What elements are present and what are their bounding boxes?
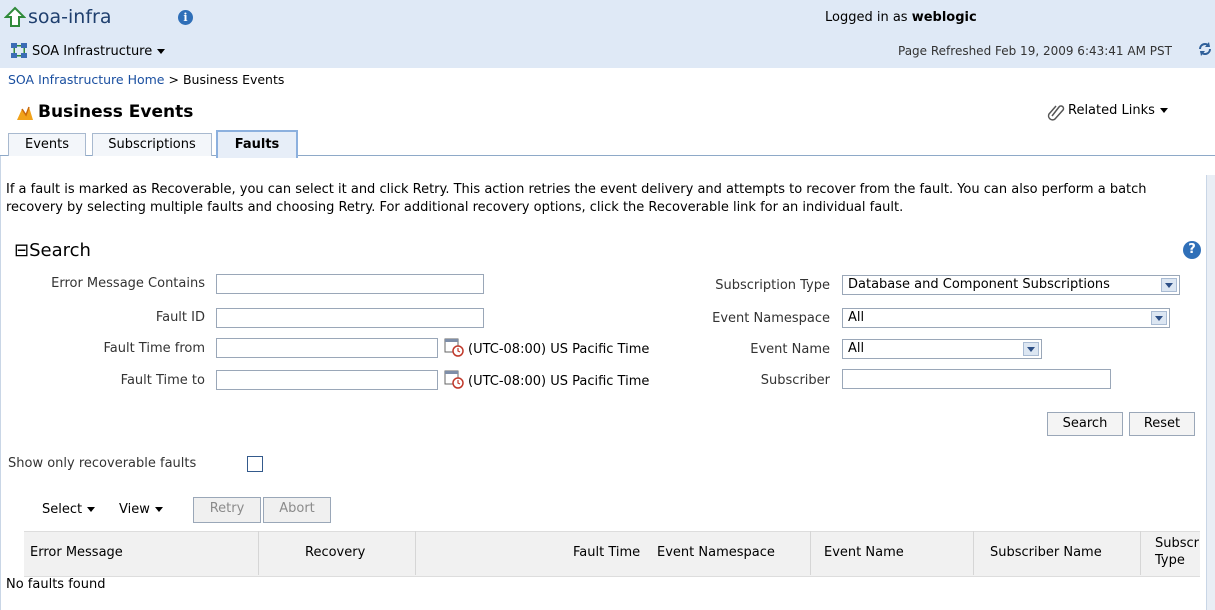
event-name-value: All [848,341,865,356]
event-namespace-select[interactable]: All [842,308,1170,328]
faults-description: If a fault is marked as Recoverable, you… [6,182,1147,215]
fault-time-to-input[interactable] [216,370,438,390]
logged-in-prefix: Logged in as [825,10,908,25]
chevron-down-icon [157,49,166,54]
breadcrumb-home-link[interactable]: SOA Infrastructure Home [8,72,165,87]
event-name-select[interactable]: All [842,339,1042,359]
retry-button[interactable]: Retry [193,497,261,523]
subscriber-input[interactable] [842,369,1111,389]
fault-time-from-label: Fault Time from [103,341,205,356]
column-separator [1140,531,1141,575]
error-message-label: Error Message Contains [51,276,205,291]
column-fault-time[interactable]: Fault Time [573,545,640,560]
column-separator [415,531,416,575]
search-heading: Search [29,240,91,261]
column-subscription-type-line2: Type [1155,553,1185,568]
page-title: Business Events [38,102,194,122]
view-menu-label: View [119,502,150,517]
logged-in-info: Logged in as weblogic [825,10,977,25]
event-namespace-label: Event Namespace [712,311,830,326]
page-refreshed-text: Page Refreshed Feb 19, 2009 6:43:41 AM P… [898,44,1172,58]
breadcrumb: SOA Infrastructure Home > Business Event… [8,72,284,87]
chevron-down-icon [1161,278,1177,292]
event-namespace-value: All [848,310,865,325]
column-subscription-type-line1: Subscr [1155,536,1200,551]
column-event-name[interactable]: Event Name [824,545,904,560]
tab-faults[interactable]: Faults [216,130,298,158]
business-events-icon [17,106,33,120]
fault-id-input[interactable] [216,308,484,328]
event-name-label: Event Name [750,342,830,357]
column-subscription-type[interactable]: Subscr Type [1155,535,1199,569]
chevron-down-icon [1151,311,1167,325]
column-event-namespace[interactable]: Event Namespace [657,545,775,560]
calendar-icon[interactable] [443,336,465,358]
breadcrumb-current: Business Events [182,72,285,87]
timezone-to: (UTC-08:00) US Pacific Time [468,374,650,389]
soa-infrastructure-menu-label: SOA Infrastructure [32,44,153,59]
help-icon[interactable]: ? [1183,241,1201,259]
chevron-down-icon [154,507,163,512]
chevron-down-icon [1023,342,1039,356]
recoverable-filter-label: Show only recoverable faults [8,456,197,471]
chevron-down-icon [87,507,96,512]
tab-events[interactable]: Events [8,133,86,156]
related-links-label: Related Links [1068,103,1155,118]
timezone-from: (UTC-08:00) US Pacific Time [468,342,650,357]
soa-infrastructure-menu[interactable]: SOA Infrastructure [32,44,166,59]
fault-time-to-label: Fault Time to [120,373,205,388]
fault-time-from-input[interactable] [216,338,438,358]
table-empty-message: No faults found [6,577,106,592]
paperclip-icon [1047,105,1065,121]
chevron-down-icon [1159,108,1168,113]
subscriber-label: Subscriber [760,373,830,388]
column-error-message[interactable]: Error Message [30,545,123,560]
column-separator [973,531,974,575]
select-menu-label: Select [42,502,83,517]
reset-button[interactable]: Reset [1129,412,1195,436]
calendar-icon[interactable] [443,368,465,390]
search-section-toggle[interactable]: ⊟Search [14,240,91,261]
search-button[interactable]: Search [1047,412,1123,436]
recoverable-filter-checkbox[interactable] [247,456,263,472]
column-separator [258,531,259,575]
select-menu[interactable]: Select [42,502,96,517]
info-icon[interactable]: i [178,10,193,25]
tab-subscriptions[interactable]: Subscriptions [92,133,212,156]
app-title: soa-infra [28,6,112,28]
subscription-type-value: Database and Component Subscriptions [848,277,1110,292]
soa-infrastructure-icon [11,43,27,58]
related-links-menu[interactable]: Related Links [1068,103,1168,118]
error-message-input[interactable] [216,274,484,294]
up-arrow-icon[interactable] [4,6,26,28]
column-subscriber-name[interactable]: Subscriber Name [990,545,1102,560]
logged-in-user: weblogic [911,10,977,25]
fault-id-label: Fault ID [155,310,205,325]
subscription-type-label: Subscription Type [715,278,830,293]
breadcrumb-separator: > [168,72,179,87]
vertical-scrollbar[interactable] [1206,175,1215,610]
abort-button[interactable]: Abort [263,497,331,523]
column-recovery[interactable]: Recovery [305,545,365,560]
subscription-type-select[interactable]: Database and Component Subscriptions [842,275,1180,295]
refresh-icon[interactable] [1196,40,1214,58]
column-separator [810,531,811,575]
view-menu[interactable]: View [119,502,163,517]
collapse-icon: ⊟ [14,240,30,261]
